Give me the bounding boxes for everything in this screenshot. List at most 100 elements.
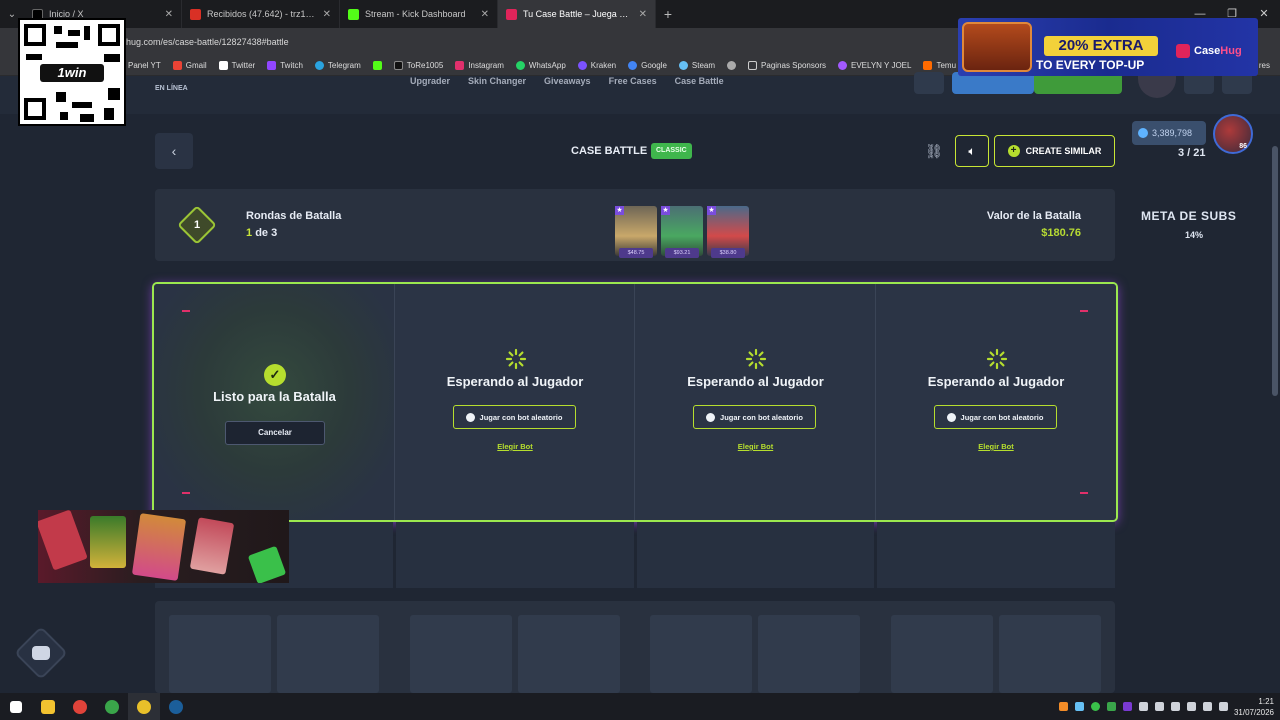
tray-icon[interactable] [1091, 702, 1100, 711]
slot-footer [395, 522, 634, 588]
start-button[interactable] [0, 693, 32, 720]
cancel-button[interactable]: Cancelar [225, 421, 325, 445]
nav-free-cases[interactable]: Free Cases [609, 76, 657, 86]
globe-icon [727, 61, 737, 70]
pick-bot-link[interactable]: Elegir Bot [876, 442, 1117, 451]
tray-icon[interactable] [1123, 702, 1132, 711]
bot-icon [465, 412, 475, 422]
telegram-icon [314, 61, 324, 70]
casehug-logo-icon [1176, 44, 1190, 58]
bookmark-label: Twitch [280, 61, 303, 70]
promo-extra: 20% EXTRA [1044, 36, 1158, 56]
taskbar-chrome-3[interactable] [128, 693, 160, 720]
tab-gmail[interactable]: Recibidos (47.642) - trz1005@g ✕ [182, 0, 340, 28]
share-link-button[interactable]: ⛓ [917, 135, 951, 167]
case-item[interactable]: ★ $38.80 [707, 206, 749, 258]
network-icon[interactable] [1187, 702, 1196, 711]
bookmark-evelyn-joel[interactable]: EVELYN Y JOEL [837, 61, 911, 70]
user-avatar[interactable]: 86 [1213, 114, 1253, 154]
player-slot-ready: ✓ Listo para la Batalla Cancelar [154, 284, 395, 520]
qr-module [54, 26, 62, 34]
nav-case-battle[interactable]: Case Battle [675, 76, 724, 86]
tray-icon[interactable] [1139, 702, 1148, 711]
round-current: 1 [246, 227, 253, 239]
plus-icon: + [1007, 145, 1020, 157]
slot-footer-row [155, 522, 1115, 588]
logo-hug: Hug [1220, 45, 1242, 57]
tab-casehug[interactable]: Tu Case Battle – Juega y gana s ✕ [498, 0, 656, 28]
bookmark-steam[interactable]: Steam [678, 61, 715, 70]
round-total: de 3 [255, 227, 278, 239]
random-bot-button[interactable]: Jugar con bot aleatorio [693, 405, 816, 429]
qr-module [80, 114, 94, 122]
close-icon[interactable]: ✕ [165, 9, 173, 20]
bookmark-label: Instagram [468, 61, 504, 70]
back-button[interactable]: ‹ [155, 133, 193, 169]
bookmark-kraken[interactable]: Kraken [577, 61, 616, 70]
waiting-title: Esperando al Jugador [927, 374, 1065, 389]
bookmark-whatsapp[interactable]: WhatsApp [515, 61, 566, 70]
case-item[interactable]: ★ $93.21 [661, 206, 703, 258]
site-header: EN LÍNEA Upgrader Skin Changer Giveaways… [0, 72, 1280, 114]
bookmark-folder-sponsors[interactable]: Paginas Sponsors [748, 61, 826, 70]
nav-upgrader[interactable]: Upgrader [410, 76, 450, 86]
tab-title: Stream - Kick Dashboard [365, 9, 466, 19]
player-slot-waiting: Esperando al Jugador Jugar con bot aleat… [875, 284, 1117, 520]
subs-goal-percent: 14% [1185, 230, 1204, 240]
taskbar-chrome[interactable] [64, 693, 96, 720]
language-icon[interactable] [1219, 702, 1228, 711]
tab-kick[interactable]: Stream - Kick Dashboard ✕ [340, 0, 498, 28]
close-icon[interactable]: ✕ [323, 9, 331, 20]
nav-skin-changer[interactable]: Skin Changer [468, 76, 526, 86]
bot-icon [706, 412, 716, 422]
page-scrollbar[interactable] [1272, 146, 1278, 396]
close-icon[interactable]: ✕ [481, 9, 489, 20]
random-bot-button[interactable]: Jugar con bot aleatorio [452, 405, 576, 429]
subs-goal-label: META DE SUBS [1141, 209, 1237, 223]
tray-icon[interactable] [1075, 702, 1084, 711]
taskbar-explorer[interactable] [32, 693, 64, 720]
tray-icon[interactable] [1107, 702, 1116, 711]
bookmark-panel-yt[interactable]: Panel YT [128, 61, 161, 70]
random-bot-button[interactable]: Jugar con bot aleatorio [933, 405, 1057, 429]
tray-icon[interactable] [1171, 702, 1180, 711]
taskbar-steam[interactable] [160, 693, 192, 720]
bookmark-gmail[interactable]: Gmail [172, 61, 207, 70]
volume-icon[interactable] [1203, 702, 1212, 711]
pick-bot-link[interactable]: Elegir Bot [395, 442, 636, 451]
bookmark-kick[interactable] [372, 61, 382, 70]
system-clock[interactable]: 1:21 31/07/2026 [1234, 696, 1274, 718]
bookmark-instagram[interactable]: Instagram [455, 61, 504, 70]
bookmark-google[interactable]: Google [628, 61, 667, 70]
case-item[interactable]: ★ $48.75 [615, 206, 657, 258]
header-icon-button[interactable] [914, 72, 944, 94]
gmail-icon [172, 61, 182, 70]
new-tab-button[interactable]: + [656, 6, 680, 22]
online-status: EN LÍNEA [155, 85, 188, 92]
taskbar-chrome-2[interactable] [96, 693, 128, 720]
tray-icon[interactable] [1155, 702, 1164, 711]
close-icon[interactable]: ✕ [639, 9, 647, 20]
speaker-icon: 🔈︎ [968, 143, 976, 158]
sound-toggle-button[interactable]: 🔈︎ [955, 135, 989, 167]
coin-icon [1138, 128, 1148, 138]
bookmark-telegram[interactable]: Telegram [314, 61, 361, 70]
bookmark-tiktok[interactable]: ToRe1005 [393, 61, 443, 70]
pick-bot-link[interactable]: Elegir Bot [635, 442, 876, 451]
casehug-icon [506, 8, 517, 20]
bookmark-globe[interactable] [727, 61, 737, 70]
chrome-icon [73, 699, 87, 714]
url-field[interactable]: hug.com/es/case-battle/12827438#battle [126, 37, 289, 47]
create-similar-button[interactable]: + CREATE SIMILAR [994, 135, 1115, 167]
tray-icon[interactable] [1059, 702, 1068, 711]
gmail-icon [190, 8, 201, 20]
bookmark-overflow[interactable]: res [1259, 61, 1280, 70]
promo-banner[interactable]: 20% EXTRA TO EVERY TOP-UP Case Hug [958, 18, 1258, 76]
item-placeholder [891, 615, 993, 693]
item-placeholder [758, 615, 860, 693]
bookmark-label: Paginas Sponsors [761, 61, 826, 70]
bookmark-twitch[interactable]: Twitch [267, 61, 303, 70]
nav-giveaways[interactable]: Giveaways [544, 76, 591, 86]
battle-value: $180.76 [1041, 227, 1081, 239]
bookmark-twitter[interactable]: Twitter [218, 61, 255, 70]
